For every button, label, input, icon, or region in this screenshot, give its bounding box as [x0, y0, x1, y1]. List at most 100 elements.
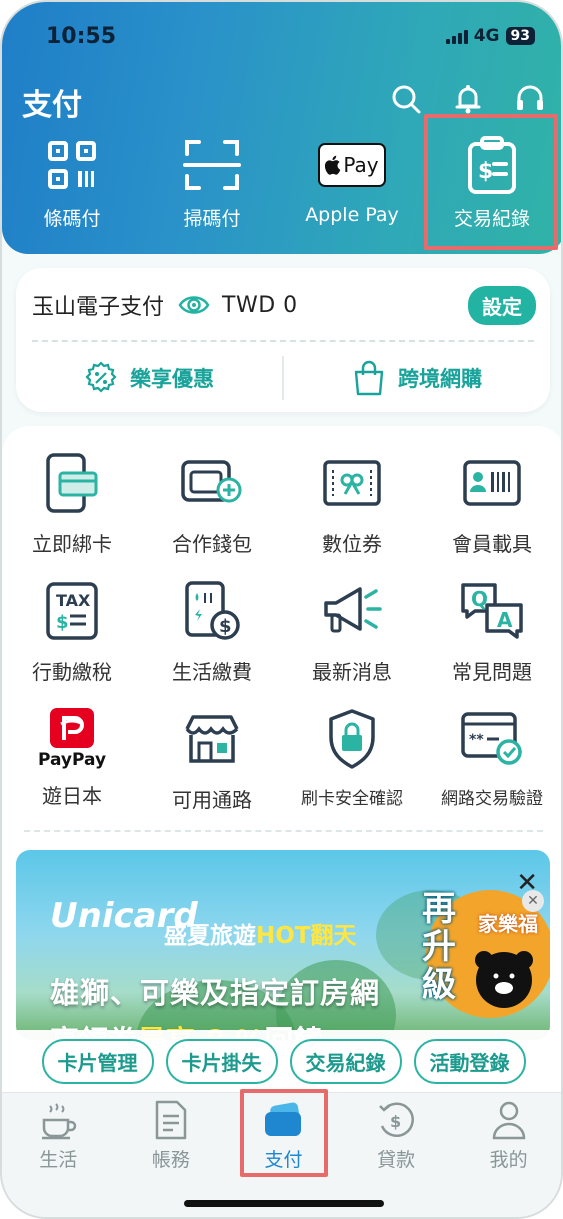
- wallet-card: 玉山電子支付 TWD 0 設定 樂享優惠 跨境網購: [16, 268, 550, 412]
- services-row: TAX $ 行動繳稅 $ 生活繳費 最新消息 Q A 常見問題: [2, 578, 561, 706]
- service-member-carrier[interactable]: 會員載具: [422, 450, 561, 578]
- bottom-tab-bar: 生活 帳務 支付 $ 貸款 我的: [2, 1092, 561, 1217]
- quick-action-scan-pay[interactable]: 掃碼付: [142, 134, 282, 231]
- service-web-verify[interactable]: ** 網路交易驗證: [422, 706, 561, 834]
- tab-accounts[interactable]: 帳務: [115, 1099, 228, 1173]
- search-icon[interactable]: [389, 82, 423, 116]
- paypay-icon: [50, 708, 94, 748]
- tab-profile[interactable]: 我的: [452, 1099, 561, 1173]
- promo-discount[interactable]: 樂享優惠: [16, 356, 282, 400]
- dismiss-icon[interactable]: ✕: [522, 890, 544, 912]
- banner-badge-text1: 再升級: [422, 889, 456, 1005]
- discount-icon: [85, 361, 117, 393]
- svg-text:**: **: [469, 732, 484, 748]
- service-stores[interactable]: 可用通路: [142, 706, 282, 834]
- service-label: 合作錢包: [172, 532, 252, 556]
- member-carrier-icon: [463, 460, 521, 506]
- service-label: 數位券: [322, 532, 382, 556]
- divider: [24, 830, 543, 832]
- wallet-icon: [265, 1102, 302, 1136]
- status-bar: 10:55 4G 93: [46, 24, 535, 52]
- promo-banner[interactable]: Unicard 盛夏旅遊HOT翻天 雄獅、可樂及指定訂房網 享領券最高 8 %回…: [16, 850, 550, 1040]
- chip-card-manage[interactable]: 卡片管理: [41, 1038, 154, 1084]
- service-label: 生活繳費: [172, 660, 252, 684]
- quick-chips: 卡片管理 卡片掛失 交易紀錄 活動登錄: [2, 1030, 561, 1092]
- service-card-security[interactable]: 刷卡安全確認: [282, 706, 422, 834]
- phone-screen: 10:55 4G 93 支付 條碼付 掃碼付 Pay Apple Pay $ 交…: [0, 0, 563, 1219]
- tab-label: 支付: [264, 1149, 303, 1171]
- quick-actions: 條碼付 掃碼付 Pay Apple Pay $ 交易紀錄: [2, 134, 561, 231]
- service-label: 可用通路: [172, 788, 252, 812]
- banner-badge-text2: 家樂福: [478, 912, 538, 936]
- svg-text:$: $: [56, 612, 69, 633]
- paypay-logo-icon: [60, 716, 84, 740]
- scan-icon: [183, 140, 241, 190]
- promo-cross-border[interactable]: 跨境網購: [284, 356, 550, 400]
- service-faq[interactable]: Q A 常見問題: [422, 578, 561, 706]
- service-label: 常見問題: [452, 660, 532, 684]
- quick-action-label: 掃碼付: [183, 208, 241, 230]
- page-title: 支付: [22, 88, 82, 123]
- svg-text:$: $: [478, 159, 493, 184]
- service-partner-wallet[interactable]: 合作錢包: [142, 450, 282, 578]
- service-bill[interactable]: $ 生活繳費: [142, 578, 282, 706]
- tab-life[interactable]: 生活: [2, 1099, 115, 1173]
- services-row: PayPay 遊日本 可用通路 刷卡安全確認 ** 網路交易驗證: [2, 706, 561, 834]
- service-tax[interactable]: TAX $ 行動繳稅: [2, 578, 142, 706]
- lock-shield-icon: [329, 709, 375, 769]
- battery-icon: 93: [505, 27, 535, 45]
- quick-action-label: 交易紀錄: [453, 208, 530, 230]
- chip-transaction-record[interactable]: 交易紀錄: [289, 1038, 402, 1084]
- apple-logo-icon: [325, 155, 341, 175]
- service-label: 立即綁卡: [32, 532, 112, 556]
- service-label: 遊日本: [42, 784, 102, 808]
- header-hero: 10:55 4G 93 支付 條碼付 掃碼付 Pay Apple Pay $ 交…: [2, 2, 561, 254]
- service-voucher[interactable]: 數位券: [282, 450, 422, 578]
- paypay-icon-text: PayPay: [37, 750, 107, 770]
- quick-action-label: Apple Pay: [305, 204, 399, 226]
- quick-action-transaction-record[interactable]: $ 交易紀錄: [422, 134, 561, 231]
- svg-text:$: $: [390, 1112, 401, 1131]
- service-label: 行動繳稅: [32, 660, 112, 684]
- tab-label: 我的: [489, 1149, 528, 1171]
- tab-loans[interactable]: $ 貸款: [340, 1099, 453, 1173]
- bind-card-icon: [46, 453, 98, 513]
- wallet-settings-button[interactable]: 設定: [468, 285, 536, 325]
- store-icon: [185, 715, 239, 763]
- divider: [32, 340, 534, 342]
- svg-text:A: A: [497, 608, 513, 632]
- faq-icon: Q A: [461, 583, 523, 639]
- tax-icon: TAX $: [46, 582, 98, 640]
- service-paypay-japan[interactable]: PayPay 遊日本: [2, 706, 142, 834]
- home-indicator: [184, 1200, 384, 1207]
- bell-icon[interactable]: [451, 82, 485, 116]
- wallet-name: 玉山電子支付: [32, 295, 165, 320]
- transaction-record-icon: $: [468, 136, 516, 194]
- chip-event-register[interactable]: 活動登錄: [413, 1038, 526, 1084]
- quick-action-label: 條碼付: [43, 208, 101, 230]
- service-label: 最新消息: [312, 660, 392, 684]
- banner-headline: 盛夏旅遊HOT翻天: [164, 916, 357, 950]
- quick-action-barcode-pay[interactable]: 條碼付: [2, 134, 142, 231]
- services-row: 立即綁卡 合作錢包 數位券 會員載具: [2, 450, 561, 578]
- banner-headline-hot: HOT翻天: [256, 923, 357, 949]
- web-verify-icon: **: [461, 712, 522, 765]
- eye-icon[interactable]: [178, 293, 210, 317]
- partner-wallet-icon: [181, 460, 242, 503]
- quick-action-apple-pay[interactable]: Pay Apple Pay: [282, 134, 422, 231]
- loan-icon: $: [379, 1102, 414, 1137]
- banner-headline-pre: 盛夏旅遊: [164, 923, 256, 949]
- megaphone-icon: [324, 587, 382, 633]
- service-news[interactable]: 最新消息: [282, 578, 422, 706]
- bill-icon: $: [185, 581, 240, 640]
- apple-pay-badge-text: Pay: [343, 153, 379, 177]
- tab-pay[interactable]: 支付: [227, 1099, 340, 1173]
- services-grid: 立即綁卡 合作錢包 數位券 會員載具 TAX $ 行動繳稅 $ 生活繳費 最新消…: [2, 450, 561, 834]
- chip-card-report-lost[interactable]: 卡片掛失: [165, 1038, 278, 1084]
- banner-line1: 雄獅、可樂及指定訂房網: [50, 976, 381, 1010]
- promo-label: 跨境網購: [398, 367, 482, 391]
- status-time: 10:55: [46, 24, 117, 49]
- headset-icon[interactable]: [513, 82, 547, 116]
- service-bind-card[interactable]: 立即綁卡: [2, 450, 142, 578]
- promo-label: 樂享優惠: [130, 367, 214, 391]
